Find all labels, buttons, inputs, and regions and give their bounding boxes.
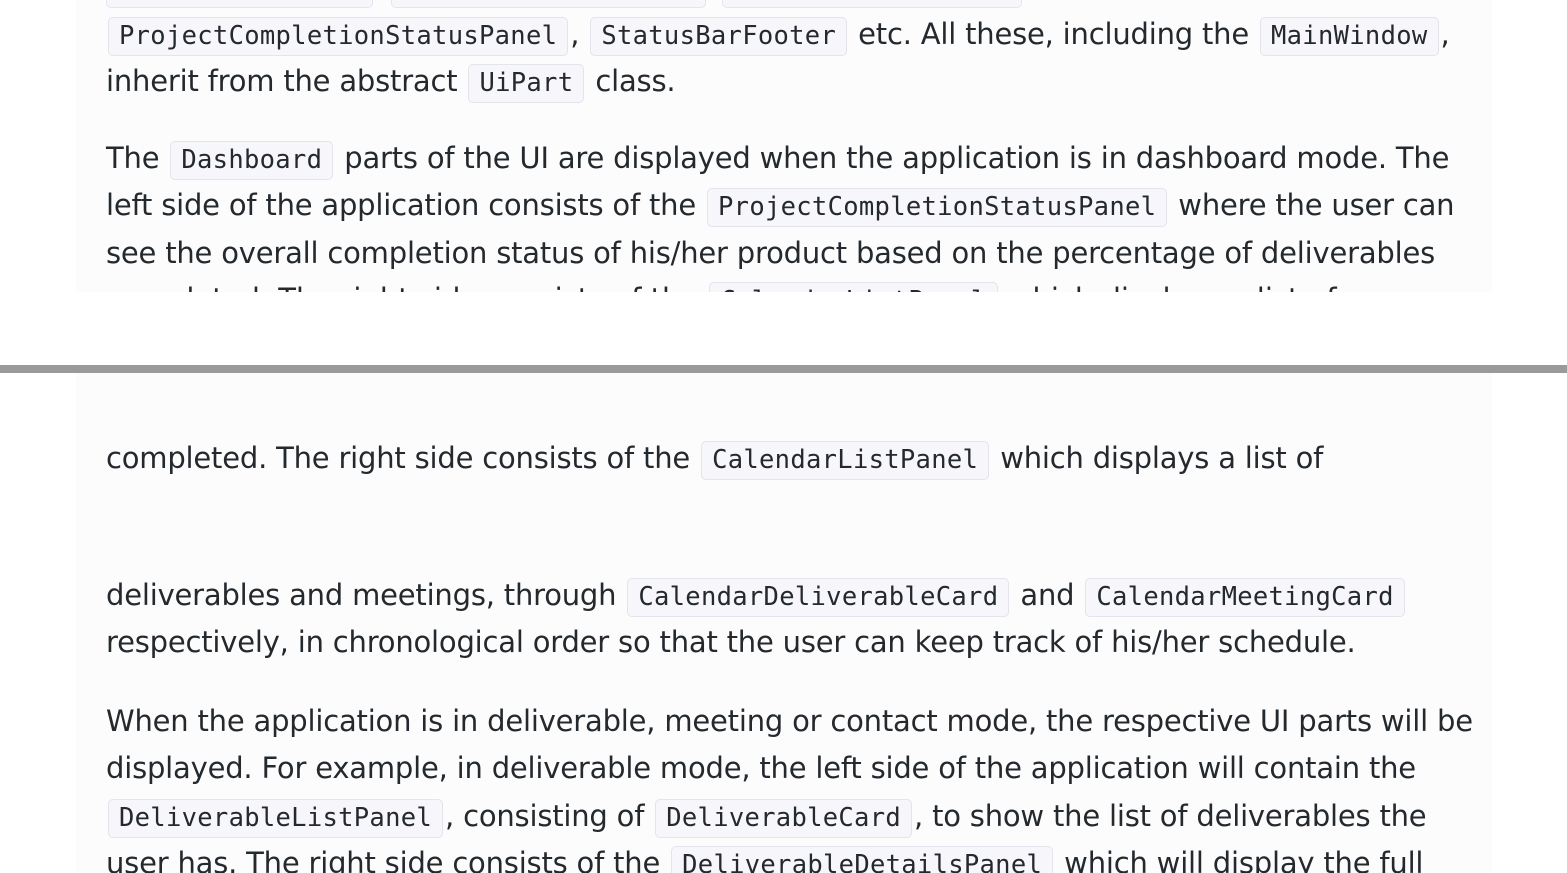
clipped-text-line: completed. The right side consists of th…: [106, 268, 1456, 292]
text-run: which displays a list of: [991, 441, 1324, 475]
text-run: which will display the full: [1055, 845, 1424, 873]
text-run: , consisting of: [445, 798, 654, 833]
text-run: completed. The right side consists of th…: [106, 441, 700, 475]
text-run: user has. The right side consists of the: [106, 845, 670, 873]
code-dashboard: Dashboard: [170, 141, 334, 180]
text-run: ,: [1440, 17, 1450, 51]
text-run: The: [106, 141, 169, 175]
clipped-code-span: [391, 0, 706, 8]
text-line: completed. The right side consists of th…: [106, 435, 1456, 482]
text-run: where the user can: [1169, 188, 1455, 223]
text-line: DeliverableListPanel, consisting of Deli…: [106, 793, 1456, 840]
text-run: parts of the UI are displayed when the a…: [335, 141, 1450, 175]
split-gap: [0, 292, 1567, 365]
text-line: ProjectCompletionStatusPanel, StatusBarF…: [106, 11, 1456, 58]
text-run: When the application is in deliverable, …: [106, 704, 1473, 738]
text-line: left side of the application consists of…: [106, 182, 1456, 229]
text-run: respectively, in chronological order so …: [106, 625, 1356, 660]
paragraph-dashboard: The Dashboard parts of the UI are displa…: [106, 135, 1456, 277]
code-project-completion-status-panel: ProjectCompletionStatusPanel: [108, 17, 569, 56]
document-page-top: ProjectCompletionStatusPanel, StatusBarF…: [76, 0, 1492, 292]
code-main-window: MainWindow: [1260, 17, 1439, 56]
code-status-bar-footer: StatusBarFooter: [590, 17, 848, 56]
code-calendar-list-panel: CalendarListPanel: [709, 282, 998, 292]
code-calendar-meeting-card: CalendarMeetingCard: [1085, 578, 1405, 617]
clipped-code-span: [106, 0, 373, 8]
paragraph-calendar-cards: deliverables and meetings, through Calen…: [106, 572, 1456, 667]
text-line: The Dashboard parts of the UI are displa…: [106, 135, 1456, 182]
text-run: which displays a list of: [1000, 282, 1337, 292]
text-line: inherit from the abstract UiPart class.: [106, 58, 1456, 105]
text-line: When the application is in deliverable, …: [106, 698, 1473, 745]
text-line: displayed. For example, in deliverable m…: [106, 745, 1456, 792]
text-run: , to show the list of deliverables the: [914, 798, 1427, 833]
code-deliverable-details-panel: DeliverableDetailsPanel: [671, 845, 1054, 873]
text-run: etc. All these, including the: [849, 17, 1258, 51]
paragraph-ui-parts: ProjectCompletionStatusPanel, StatusBarF…: [106, 11, 1456, 106]
paragraph-dashboard-continued: completed. The right side consists of th…: [106, 435, 1456, 482]
text-run: left side of the application consists of…: [106, 188, 706, 223]
paragraph-modes: When the application is in deliverable, …: [106, 698, 1473, 873]
code-calendar-deliverable-card: CalendarDeliverableCard: [627, 578, 1010, 617]
text-run: displayed. For example, in deliverable m…: [106, 751, 1416, 786]
top-view-pane[interactable]: ProjectCompletionStatusPanel, StatusBarF…: [0, 0, 1567, 292]
text-run: and: [1011, 578, 1084, 612]
text-line: respectively, in chronological order so …: [106, 619, 1456, 666]
text-run: ,: [570, 17, 580, 51]
code-calendar-list-panel: CalendarListPanel: [701, 441, 990, 480]
clipped-code-span: [722, 0, 1022, 8]
code-deliverable-card: DeliverableCard: [655, 798, 913, 838]
text-run: completed. The right side consists of th…: [106, 282, 707, 292]
bottom-view-pane[interactable]: completed. The right side consists of th…: [0, 373, 1567, 873]
code-ui-part: UiPart: [468, 64, 585, 104]
text-run: see the overall completion status of his…: [106, 235, 1436, 270]
text-line: deliverables and meetings, through Calen…: [106, 572, 1456, 619]
code-deliverable-list-panel: DeliverableListPanel: [108, 798, 444, 838]
text-run: class.: [586, 64, 676, 99]
document-page-bottom: completed. The right side consists of th…: [76, 373, 1492, 873]
text-run: deliverables and meetings, through: [106, 578, 626, 612]
code-project-completion-status-panel: ProjectCompletionStatusPanel: [707, 188, 1168, 228]
text-run: inherit from the abstract: [106, 64, 467, 99]
split-divider[interactable]: [0, 365, 1567, 373]
text-line: user has. The right side consists of the…: [106, 840, 1456, 873]
